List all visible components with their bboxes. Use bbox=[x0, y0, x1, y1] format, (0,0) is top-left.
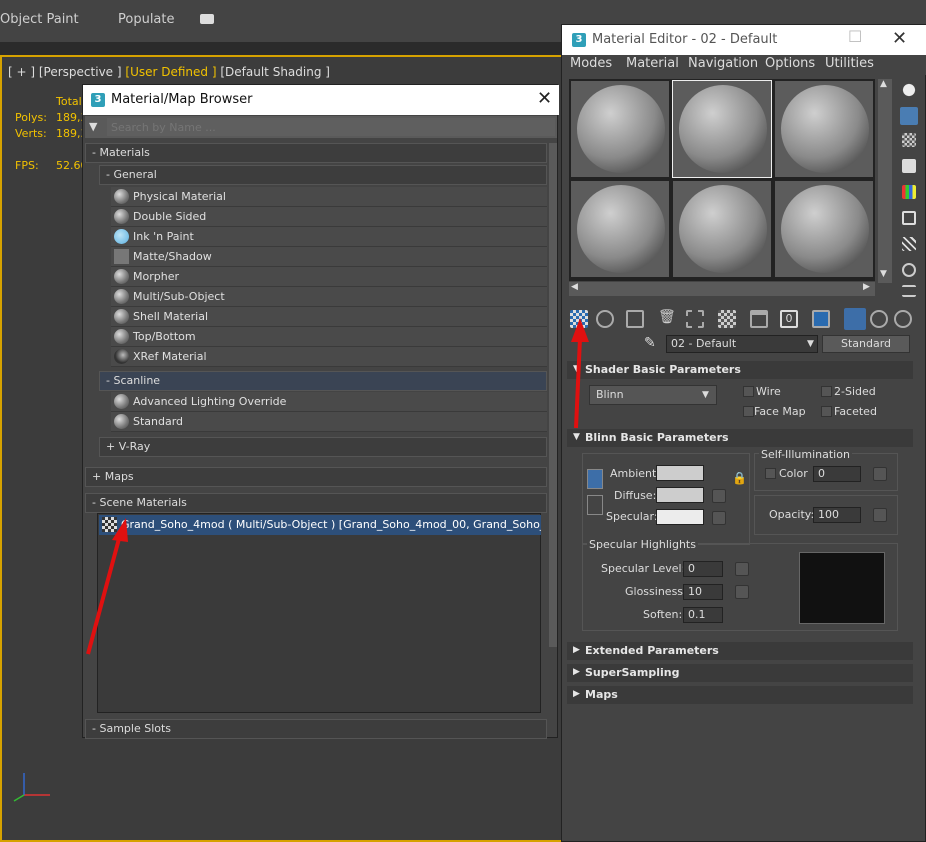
red-arrow-left bbox=[86, 534, 122, 655]
annotation-arrows bbox=[86, 318, 589, 655]
red-arrowhead-left bbox=[112, 518, 128, 542]
red-arrow-right bbox=[574, 337, 582, 429]
red-arrowhead-right bbox=[571, 318, 589, 342]
